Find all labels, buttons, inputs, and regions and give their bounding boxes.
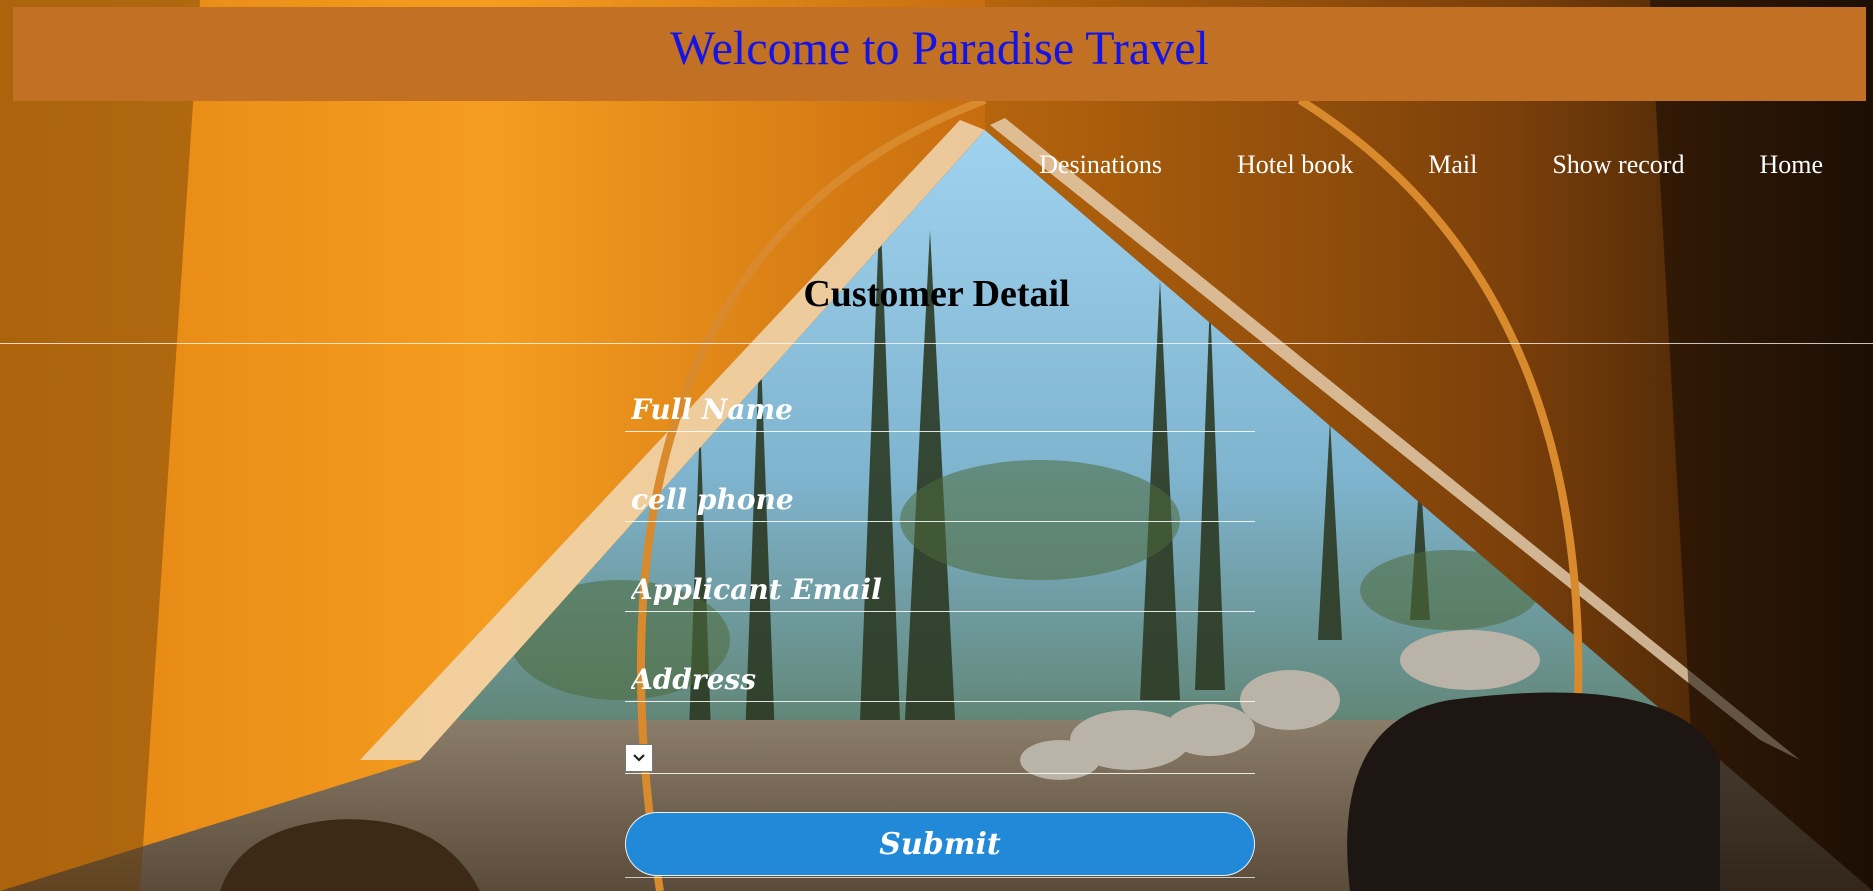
address-input[interactable] — [625, 658, 1255, 702]
nav-item-show-record[interactable]: Show record — [1552, 150, 1684, 180]
applicant-email-input[interactable] — [625, 568, 1255, 612]
select-row — [625, 740, 1255, 774]
nav-item-hotel-book[interactable]: Hotel book — [1237, 150, 1353, 180]
form-title: Customer Detail — [803, 273, 1070, 315]
nav-item-destinations[interactable]: Desinations — [1039, 150, 1162, 180]
cell-phone-input[interactable] — [625, 478, 1255, 522]
full-name-input[interactable] — [625, 388, 1255, 432]
chevron-down-icon — [633, 754, 645, 762]
nav-item-home[interactable]: Home — [1759, 150, 1823, 180]
submit-underline — [625, 877, 1255, 878]
submit-button[interactable]: Submit — [625, 812, 1255, 876]
nav-item-mail[interactable]: Mail — [1428, 150, 1477, 180]
select-dropdown[interactable] — [625, 744, 653, 772]
header-banner: Welcome to Paradise Travel — [13, 7, 1866, 101]
page-title: Welcome to Paradise Travel — [670, 21, 1209, 75]
main-nav: Desinations Hotel book Mail Show record … — [964, 150, 1823, 180]
divider — [0, 343, 1873, 344]
